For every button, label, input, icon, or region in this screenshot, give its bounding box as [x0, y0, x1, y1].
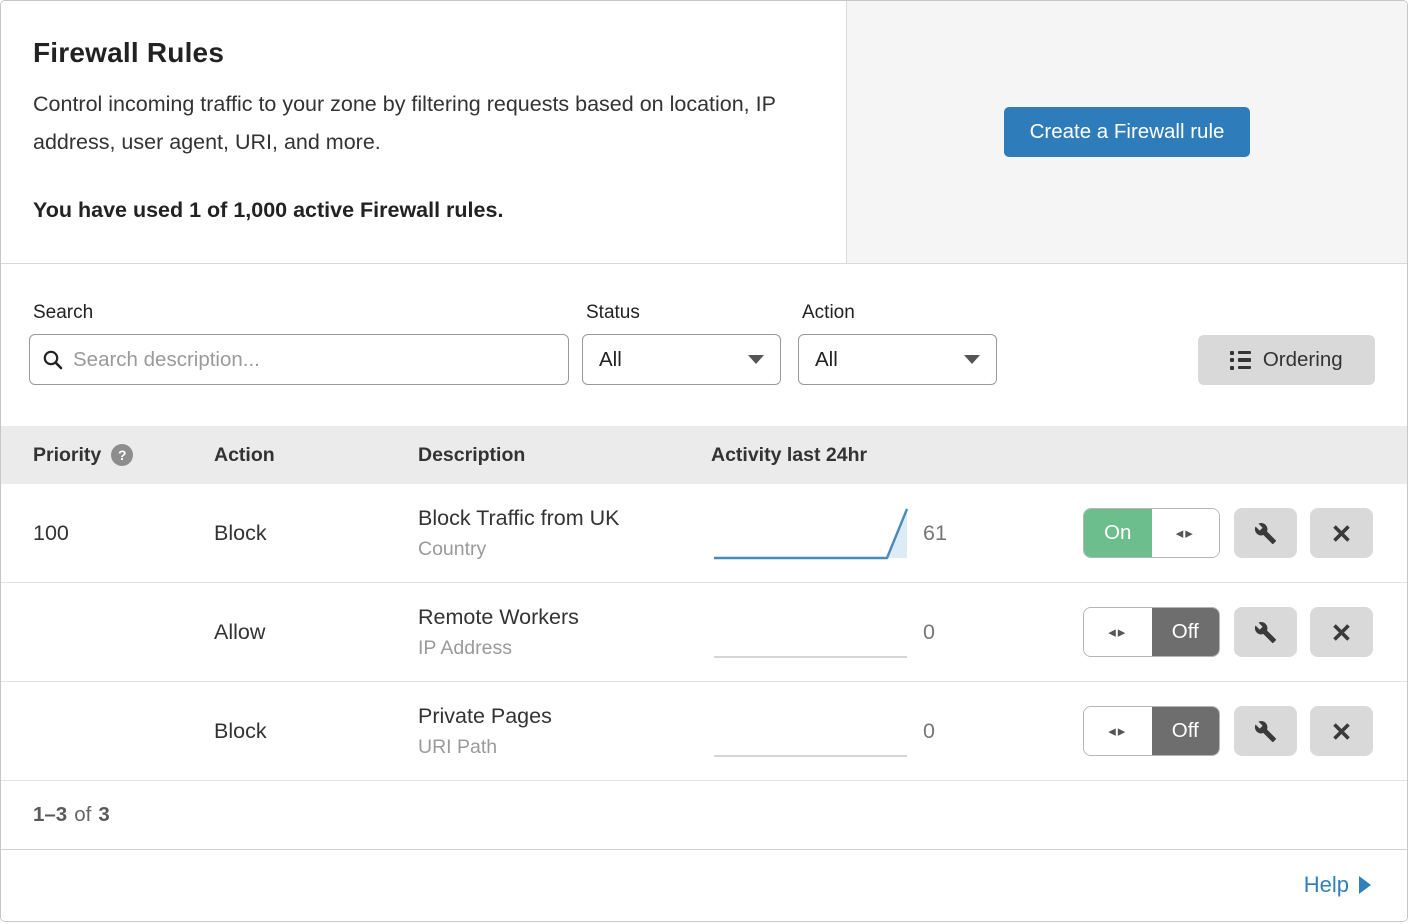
chevron-down-icon [964, 355, 980, 364]
help-arrow-icon [1359, 876, 1371, 894]
toggle-handle-icon: ◂▸ [1084, 608, 1152, 656]
rule-description: Private Pages [418, 704, 711, 729]
delete-rule-button[interactable] [1310, 607, 1373, 657]
toggle-handle-icon: ◂▸ [1084, 707, 1152, 755]
column-action: Action [214, 444, 418, 467]
table-row: Block Private Pages URI Path 0 ◂▸ Off [1, 682, 1407, 781]
ordering-button-label: Ordering [1263, 348, 1343, 372]
wrench-icon [1254, 621, 1277, 644]
status-filter: Status All [582, 302, 781, 385]
rule-match-type: URI Path [418, 736, 711, 759]
header-text-area: Firewall Rules Control incoming traffic … [1, 1, 846, 263]
usage-note: You have used 1 of 1,000 active Firewall… [33, 198, 806, 223]
close-icon [1332, 722, 1351, 741]
status-select[interactable]: All [582, 334, 781, 385]
page-title: Firewall Rules [33, 37, 806, 69]
rule-description-cell: Remote Workers IP Address [418, 605, 711, 660]
pagination-range: 1–3 [33, 803, 67, 827]
rule-controls: ◂▸ Off [989, 607, 1373, 657]
pagination-of: of [74, 803, 91, 827]
help-circle-icon[interactable]: ? [111, 444, 133, 466]
toggle-on-label: On [1084, 509, 1152, 557]
status-selected-value: All [599, 348, 622, 372]
wrench-icon [1254, 522, 1277, 545]
delete-rule-button[interactable] [1310, 508, 1373, 558]
toggle-handle-icon: ◂▸ [1152, 509, 1220, 557]
create-firewall-rule-button[interactable]: Create a Firewall rule [1004, 107, 1251, 157]
column-priority: Priority ? [33, 444, 214, 467]
rule-match-type: IP Address [418, 637, 711, 660]
help-link-label: Help [1304, 872, 1349, 898]
page-description: Control incoming traffic to your zone by… [33, 85, 801, 161]
firewall-rules-panel: Firewall Rules Control incoming traffic … [0, 0, 1408, 922]
activity-count: 61 [923, 521, 989, 546]
ordering-button[interactable]: Ordering [1198, 335, 1375, 385]
search-filter: Search [29, 302, 569, 385]
wrench-icon [1254, 720, 1277, 743]
rule-description-cell: Private Pages URI Path [418, 704, 711, 759]
close-icon [1332, 524, 1351, 543]
rule-action: Block [214, 719, 418, 744]
rule-enable-toggle[interactable]: On ◂▸ [1083, 508, 1220, 558]
column-description: Description [418, 444, 711, 467]
chevron-down-icon [748, 355, 764, 364]
close-icon [1332, 623, 1351, 642]
table-row: Allow Remote Workers IP Address 0 ◂▸ Off [1, 583, 1407, 682]
table-header: Priority ? Action Description Activity l… [1, 426, 1407, 484]
priority-header-label: Priority [33, 444, 101, 467]
rule-action: Block [214, 521, 418, 546]
column-activity: Activity last 24hr [711, 444, 923, 467]
activity-count: 0 [923, 719, 989, 744]
action-label: Action [802, 302, 997, 324]
toggle-off-label: Off [1152, 707, 1220, 755]
help-link[interactable]: Help [1304, 872, 1371, 898]
table-row: 100 Block Block Traffic from UK Country … [1, 484, 1407, 583]
search-icon [42, 349, 63, 370]
rule-enable-toggle[interactable]: ◂▸ Off [1083, 706, 1220, 756]
edit-rule-button[interactable] [1234, 706, 1297, 756]
search-label: Search [33, 302, 569, 324]
rule-priority: 100 [33, 521, 214, 546]
rule-description-cell: Block Traffic from UK Country [418, 506, 711, 561]
search-input[interactable] [73, 348, 556, 372]
help-bar: Help [1, 850, 1407, 920]
pagination-bar: 1–3 of 3 [1, 781, 1407, 850]
header-section: Firewall Rules Control incoming traffic … [1, 1, 1407, 264]
activity-count: 0 [923, 620, 989, 645]
edit-rule-button[interactable] [1234, 607, 1297, 657]
rule-description: Remote Workers [418, 605, 711, 630]
edit-rule-button[interactable] [1234, 508, 1297, 558]
status-label: Status [586, 302, 781, 324]
activity-sparkline [711, 601, 923, 663]
search-box[interactable] [29, 334, 569, 385]
rule-enable-toggle[interactable]: ◂▸ Off [1083, 607, 1220, 657]
rule-match-type: Country [418, 538, 711, 561]
action-select[interactable]: All [798, 334, 997, 385]
activity-sparkline [711, 700, 923, 762]
toggle-off-label: Off [1152, 608, 1220, 656]
rule-action: Allow [214, 620, 418, 645]
action-filter: Action All [798, 302, 997, 385]
filter-bar: Search Status All Action All [1, 264, 1407, 426]
rule-controls: On ◂▸ [989, 508, 1373, 558]
header-action-area: Create a Firewall rule [846, 1, 1407, 263]
activity-sparkline [711, 502, 923, 564]
rule-description: Block Traffic from UK [418, 506, 711, 531]
action-selected-value: All [815, 348, 838, 372]
delete-rule-button[interactable] [1310, 706, 1373, 756]
pagination-total: 3 [98, 803, 109, 827]
rule-controls: ◂▸ Off [989, 706, 1373, 756]
ordering-list-icon [1230, 351, 1251, 370]
